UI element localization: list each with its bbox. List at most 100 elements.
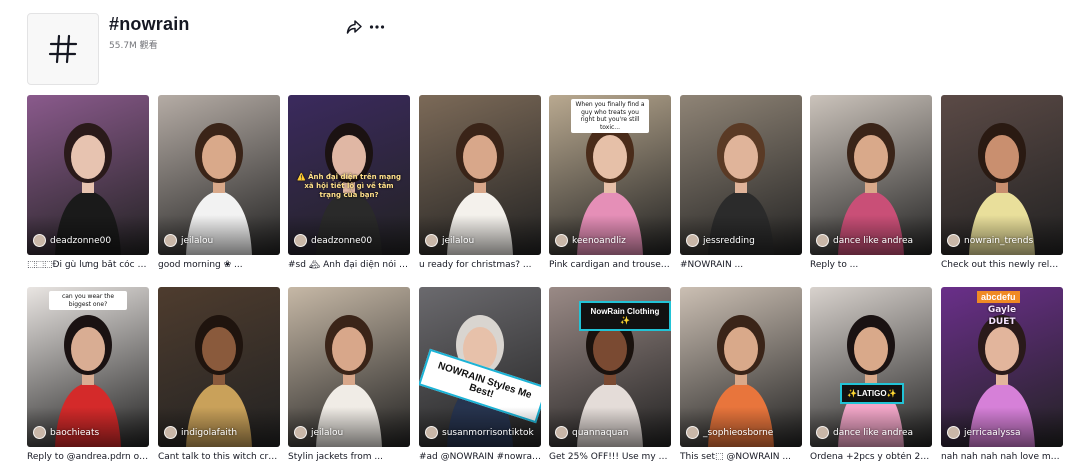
video-author[interactable]: jeilalou [425, 234, 474, 247]
video-thumbnail[interactable]: jeilalou [158, 95, 280, 255]
video-overlay-text: abcdefu [977, 291, 1020, 303]
video-card[interactable]: When you finally find a guy who treats y… [549, 95, 671, 270]
avatar [686, 426, 699, 439]
avatar [33, 234, 46, 247]
video-card[interactable]: jeilalou Stylin jackets from ... [288, 287, 410, 462]
video-card[interactable]: deadzonne00 ⬚⬚⬚Đi gù lưng bắt cóc cho ... [27, 95, 149, 270]
video-caption[interactable]: nah nah nah nah love my ... [941, 452, 1063, 462]
share-icon[interactable] [345, 18, 363, 36]
video-caption[interactable]: Get 25% OFF!!! Use my cod... [549, 452, 671, 462]
video-thumbnail[interactable]: _sophieosborne [680, 287, 802, 447]
avatar [555, 234, 568, 247]
video-caption[interactable]: u ready for christmas? ... [419, 260, 541, 270]
video-card[interactable]: nowrain_trends Check out this newly relea… [941, 95, 1063, 270]
video-card[interactable]: NowRain Clothing ✨ quannaquan Get 25% OFF!… [549, 287, 671, 462]
video-thumbnail[interactable]: abcdefu Gayle DUET jerricaalyssa [941, 287, 1063, 447]
video-author[interactable]: quannaquan [555, 426, 629, 439]
video-thumbnail[interactable]: jessredding [680, 95, 802, 255]
video-thumbnail[interactable]: ⚠️ Ảnh đại diện trên mạng xã hội tiết lộ… [288, 95, 410, 255]
video-author[interactable]: deadzonne00 [294, 234, 372, 247]
author-name: quannaquan [572, 427, 629, 438]
author-name: jeilalou [311, 427, 344, 438]
video-card[interactable]: _sophieosborne This set⬚ @NOWRAIN ... [680, 287, 802, 462]
avatar [947, 234, 960, 247]
video-thumbnail[interactable]: jeilalou [419, 95, 541, 255]
video-card[interactable]: jeilalou good morning ❀ ... [158, 95, 280, 270]
avatar [425, 426, 438, 439]
author-name: jessredding [703, 235, 755, 246]
video-author[interactable]: jessredding [686, 234, 755, 247]
video-overlay-text: ⚠️ Ảnh đại diện trên mạng xã hội tiết lộ… [296, 173, 402, 200]
video-thumbnail[interactable]: ✨LATIGO✨ dance like andrea [810, 287, 932, 447]
video-caption[interactable]: ⬚⬚⬚Đi gù lưng bắt cóc cho ... [27, 260, 149, 270]
video-author[interactable]: _sophieosborne [686, 426, 773, 439]
video-overlay-text: Gayle DUET [987, 305, 1017, 327]
video-thumbnail[interactable]: deadzonne00 [27, 95, 149, 255]
video-author[interactable]: keenoandliz [555, 234, 626, 247]
video-card[interactable]: can you wear the biggest one? baochieats R… [27, 287, 149, 462]
video-author[interactable]: deadzonne00 [33, 234, 111, 247]
video-thumbnail[interactable]: indigolafaith [158, 287, 280, 447]
video-caption[interactable]: Ordena +2pcs y obtén 25%... [810, 452, 932, 462]
video-card[interactable]: indigolafaith Cant talk to this witch cra… [158, 287, 280, 462]
page-title: #nowrain [109, 14, 190, 34]
author-name: susanmorrisontiktok [442, 427, 534, 438]
video-thumbnail[interactable]: When you finally find a guy who treats y… [549, 95, 671, 255]
video-card[interactable]: ⚠️ Ảnh đại diện trên mạng xã hội tiết lộ… [288, 95, 410, 270]
video-caption[interactable]: Stylin jackets from ... [288, 452, 410, 462]
video-card[interactable]: abcdefu Gayle DUET jerricaalyssa nah nah na… [941, 287, 1063, 462]
video-caption[interactable]: good morning ❀ ... [158, 260, 280, 270]
video-card[interactable]: ✨LATIGO✨ dance like andrea Ordena +2pcs y … [810, 287, 932, 462]
video-card[interactable]: jessredding #NOWRAIN ... [680, 95, 802, 270]
video-caption[interactable]: Pink cardigan and trousers ... [549, 260, 671, 270]
video-caption[interactable]: Reply to @andrea.pdrn out... [27, 452, 149, 462]
author-name: jeilalou [181, 235, 214, 246]
avatar [816, 234, 829, 247]
video-caption[interactable]: Check out this newly relea... [941, 260, 1063, 270]
video-caption[interactable]: Cant talk to this witch crazy... [158, 452, 280, 462]
video-thumbnail[interactable]: NowRain Clothing ✨ quannaquan [549, 287, 671, 447]
video-thumbnail[interactable]: jeilalou [288, 287, 410, 447]
avatar [164, 234, 177, 247]
author-name: jerricaalyssa [964, 427, 1021, 438]
video-caption[interactable]: #NOWRAIN ... [680, 260, 802, 270]
video-thumbnail[interactable]: dance like andrea [810, 95, 932, 255]
video-thumbnail[interactable]: NOWRAIN Styles Me Best! susanmorrisontikt… [419, 287, 541, 447]
avatar [33, 426, 46, 439]
avatar [686, 234, 699, 247]
author-name: _sophieosborne [703, 427, 774, 438]
author-name: nowrain_trends [964, 235, 1034, 246]
video-author[interactable]: jeilalou [294, 426, 343, 439]
video-author[interactable]: susanmorrisontiktok [425, 426, 534, 439]
video-banner: ✨LATIGO✨ [840, 383, 904, 404]
video-card[interactable]: dance like andrea Reply to ... [810, 95, 932, 270]
avatar [294, 426, 307, 439]
video-card[interactable]: NOWRAIN Styles Me Best! susanmorrisontikt… [419, 287, 541, 462]
video-author[interactable]: dance like andrea [816, 234, 913, 247]
video-author[interactable]: dance like andrea [816, 426, 913, 439]
video-author[interactable]: jeilalou [164, 234, 213, 247]
video-caption[interactable]: Reply to ... [810, 260, 932, 270]
avatar [816, 426, 829, 439]
video-author[interactable]: baochieats [33, 426, 99, 439]
video-caption[interactable]: #ad @NOWRAIN #nowrain... [419, 452, 541, 462]
video-card[interactable]: jeilalou u ready for christmas? ... [419, 95, 541, 270]
video-author[interactable]: nowrain_trends [947, 234, 1033, 247]
hashtag-header: #nowrain 55.7M 觀看 [27, 13, 387, 85]
author-name: jeilalou [442, 235, 475, 246]
author-name: dance like andrea [833, 235, 914, 246]
author-name: deadzonne00 [311, 235, 373, 246]
author-name: indigolafaith [181, 427, 238, 438]
video-thumbnail[interactable]: can you wear the biggest one? baochieats [27, 287, 149, 447]
hashtag-icon [27, 13, 99, 85]
video-thumbnail[interactable]: nowrain_trends [941, 95, 1063, 255]
video-caption[interactable]: #sd 🏔 Ảnh đại diện nói gì ... [288, 260, 410, 270]
author-name: dance like andrea [833, 427, 914, 438]
video-author[interactable]: indigolafaith [164, 426, 237, 439]
video-caption[interactable]: This set⬚ @NOWRAIN ... [680, 452, 802, 462]
video-author[interactable]: jerricaalyssa [947, 426, 1020, 439]
avatar [294, 234, 307, 247]
more-icon[interactable] [368, 18, 386, 36]
avatar [164, 426, 177, 439]
view-count: 55.7M 觀看 [109, 41, 158, 51]
